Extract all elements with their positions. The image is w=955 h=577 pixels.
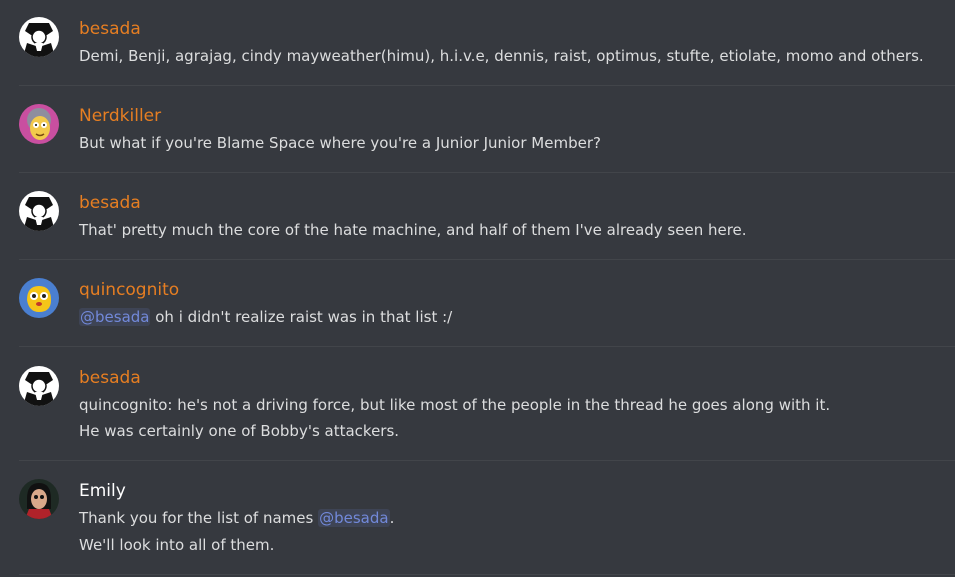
mention-besada[interactable]: @besada bbox=[318, 509, 390, 527]
message-text: He was certainly one of Bobby's attacker… bbox=[79, 422, 400, 440]
message-text: But what if you're Blame Space where you… bbox=[79, 134, 601, 152]
avatar-quincognito[interactable] bbox=[19, 278, 59, 318]
message-divider bbox=[19, 85, 955, 86]
username-emily[interactable]: Emily bbox=[79, 480, 126, 502]
message-text: That' pretty much the core of the hate m… bbox=[79, 221, 747, 239]
username-besada[interactable]: besada bbox=[79, 367, 141, 389]
avatar-nerdkiller[interactable] bbox=[19, 104, 59, 144]
avatar-besada[interactable] bbox=[19, 191, 59, 231]
avatar-emily[interactable] bbox=[19, 479, 59, 519]
username-besada[interactable]: besada bbox=[79, 192, 141, 214]
message-text: @besada oh i didn't realize raist was in… bbox=[79, 306, 452, 328]
message-divider bbox=[19, 259, 955, 260]
message-text: Demi, Benji, agrajag, cindy mayweather(h… bbox=[79, 47, 924, 65]
mention-besada[interactable]: @besada bbox=[79, 308, 151, 326]
avatar-besada[interactable] bbox=[19, 17, 59, 57]
message-text: We'll look into all of them. bbox=[79, 536, 275, 554]
message-divider bbox=[19, 172, 955, 173]
username-quincognito[interactable]: quincognito bbox=[79, 279, 179, 301]
avatar-besada[interactable] bbox=[19, 366, 59, 406]
message-text-pre: Thank you for the list of names bbox=[79, 509, 319, 527]
message-text: quincognito: he's not a driving force, b… bbox=[79, 396, 831, 414]
message-text-post: . bbox=[389, 509, 395, 527]
username-nerdkiller[interactable]: Nerdkiller bbox=[79, 105, 161, 127]
chat-messages: besada Demi, Benji, agrajag, cindy maywe… bbox=[0, 0, 955, 577]
message-divider bbox=[19, 574, 955, 575]
message-divider bbox=[19, 346, 955, 347]
message-text: Thank you for the list of names @besada. bbox=[79, 507, 394, 529]
username-besada[interactable]: besada bbox=[79, 18, 141, 40]
message-divider bbox=[19, 460, 955, 461]
message-text-rest: oh i didn't realize raist was in that li… bbox=[150, 308, 453, 326]
